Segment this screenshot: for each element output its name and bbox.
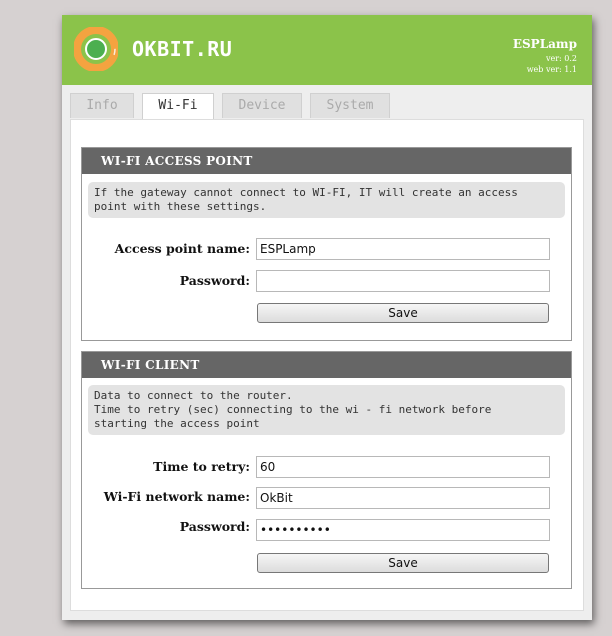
app-window: OKBIT.RU ESPLamp ver: 0.2 web ver: 1.1 I… [62, 15, 592, 620]
tab-wifi[interactable]: Wi-Fi [142, 93, 214, 120]
device-name: ESPLamp [512, 37, 577, 51]
tab-content: WI-FI ACCESS POINT If the gateway cannot… [70, 119, 584, 611]
okbit-logo-icon [74, 27, 118, 71]
network-name-label: Wi-Fi network name: [103, 489, 250, 504]
client-save-button[interactable]: Save [257, 553, 549, 573]
retry-time-label: Time to retry: [153, 459, 250, 474]
client-password-label: Password: [179, 519, 250, 534]
access-point-password-input[interactable] [256, 270, 550, 292]
access-point-name-label: Access point name: [114, 241, 250, 256]
web-version: web ver: 1.1 [526, 65, 577, 74]
access-point-section: WI-FI ACCESS POINT If the gateway cannot… [81, 147, 572, 341]
wifi-client-section: WI-FI CLIENT Data to connect to the rout… [81, 351, 572, 589]
access-point-title: WI-FI ACCESS POINT [82, 148, 571, 174]
firmware-version: ver: 0.2 [545, 54, 577, 63]
access-point-name-input[interactable] [256, 238, 550, 260]
access-point-note: If the gateway cannot connect to WI-FI, … [88, 182, 565, 218]
access-point-save-button[interactable]: Save [257, 303, 549, 323]
tab-system[interactable]: System [310, 93, 390, 118]
network-name-input[interactable] [256, 487, 550, 509]
retry-time-input[interactable] [256, 456, 550, 478]
version-info: ver: 0.2 web ver: 1.1 [527, 53, 577, 75]
tab-device[interactable]: Device [222, 93, 302, 118]
header-bar: OKBIT.RU ESPLamp ver: 0.2 web ver: 1.1 [62, 15, 592, 85]
brand-title[interactable]: OKBIT.RU [132, 37, 232, 61]
client-password-input[interactable] [256, 519, 550, 541]
wifi-client-note: Data to connect to the router. Time to r… [88, 385, 565, 435]
access-point-password-label: Password: [179, 273, 250, 288]
wifi-client-title: WI-FI CLIENT [82, 352, 571, 378]
tab-info[interactable]: Info [70, 93, 134, 118]
